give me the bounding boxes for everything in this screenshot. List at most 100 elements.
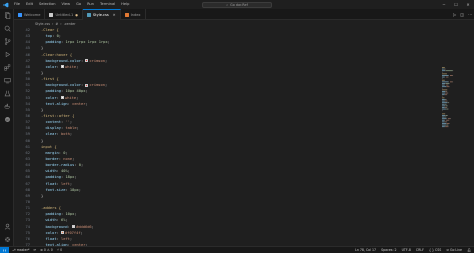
minimap-line [445,116,446,118]
encoding-status[interactable]: UTF-8 [402,248,411,252]
minimap-line [446,118,447,120]
vertical-scrollbar[interactable] [470,27,474,246]
code-token: table [65,126,77,131]
code-token: } [41,193,44,198]
docker-icon[interactable] [0,100,14,113]
minimap-line [449,123,450,124]
minimap-line [447,108,449,110]
breadcrumb-item[interactable]: .center [64,22,76,26]
tab-welcome[interactable]: Welcome [14,9,46,20]
remote-explorer-icon[interactable] [0,74,14,87]
problems-status[interactable]: ⊗ 0 ⚠ 0 [40,248,53,252]
tab-style-css[interactable]: Style.css ✕ [82,9,121,20]
tab-untitled-1[interactable]: Untitled-1 ● [45,9,83,20]
indentation-status[interactable]: Spaces: 2 [381,248,397,252]
code-editor[interactable]: 42 .Clear {43 top: 0; 44 padding: 1rpx 1rp… [14,27,434,246]
color-swatch[interactable] [85,59,89,63]
split-editor-icon[interactable]: ◫ [460,12,464,17]
minimap-line [445,126,448,128]
minimap-line [442,113,446,115]
menu-item-help[interactable]: Help [118,0,132,9]
menu-item-file[interactable]: File [11,0,23,9]
notifications-icon[interactable]: 🔔︎ [467,248,471,252]
code-token: } [41,46,44,51]
menu-item-edit[interactable]: Edit [23,0,36,9]
menu-item-go[interactable]: Go [73,0,84,9]
close-icon[interactable]: ✕ [462,0,474,9]
minimap-line [450,118,451,120]
menu-item-view[interactable]: View [59,0,74,9]
run-debug-icon[interactable] [0,48,14,61]
code-token: color [41,230,57,235]
minimap-line [442,68,444,70]
code-token: float [41,236,57,241]
color-swatch[interactable] [72,225,76,228]
ports-status[interactable]: ⚡ 0 [57,248,62,252]
editor-actions: ▷ ◫ ⋯ [453,9,472,20]
code-token: padding [41,175,61,180]
run-icon[interactable]: ▷ [453,12,456,17]
search-icon[interactable] [0,22,14,35]
minimap-line [445,100,447,102]
breadcrumb-separator-icon: › [52,21,54,26]
extensions-icon[interactable] [0,61,14,74]
code-token: white [65,95,77,100]
minimap-line [445,115,448,116]
close-tab-icon[interactable]: ✕ [113,13,116,17]
language-mode[interactable]: { } CSS [429,248,441,252]
minimap-line [442,87,443,89]
minimap-line [442,105,446,107]
eol-status[interactable]: CRLF [416,248,424,252]
color-swatch[interactable] [61,65,64,69]
source-control-icon[interactable] [0,35,14,48]
cursor-position[interactable]: Ln 78, Col 17 [355,248,376,252]
code-token: .first { [41,77,59,82]
minimap-line [447,92,449,94]
color-swatch[interactable] [85,83,89,87]
search-icon: ⌕ [226,2,229,7]
command-center-search[interactable]: ⌕ Go dar.Ref [202,1,272,8]
testing-icon[interactable] [0,87,14,100]
go-live-button[interactable]: ⊘ Go Live [446,248,462,252]
remote-indicator-icon[interactable] [0,246,9,253]
minimap-line [442,79,445,81]
code-token: .Clear:hover { [41,52,73,57]
minimap-line [445,94,447,96]
menu-item-terminal[interactable]: Terminal [97,0,118,9]
minimap-line [445,83,446,84]
code-token: ; [65,150,68,155]
branch-status[interactable]: ⎇ master* [12,248,30,252]
live-share-icon[interactable]: ⇄ [0,113,14,126]
color-swatch[interactable] [61,96,64,100]
minimap-line [442,123,447,124]
minimap-line [444,68,446,70]
minimap-line [443,68,445,70]
explorer-icon[interactable] [0,9,14,22]
minimap-line [442,73,447,75]
minimap-line [442,99,445,100]
minimap-line [445,68,446,70]
code-token: #f07f4f [65,230,81,235]
menu-item-selection[interactable]: Selection [36,0,59,9]
minimize-icon[interactable]: ─ [438,0,450,9]
account-icon[interactable] [0,220,14,233]
manage-gear-icon[interactable] [0,233,14,246]
code-token: ; [104,58,108,63]
code-token: } [41,138,44,143]
breadcrumb-item[interactable]: Style.css [35,22,50,26]
more-actions-icon[interactable]: ⋯ [468,12,472,17]
maximize-icon[interactable]: ☐ [450,0,462,9]
code-token: ; [69,132,73,137]
code-token: clear [41,132,57,137]
color-swatch[interactable] [61,231,64,235]
sync-icon[interactable]: ⟳ [34,248,37,252]
minimap[interactable] [434,27,470,246]
breadcrumb-item[interactable]: # [55,22,58,26]
file-type-icon [49,12,54,17]
modified-dot-icon[interactable]: ● [75,13,78,17]
tab-index[interactable]: Index [121,9,146,20]
minimap-line [442,91,446,92]
menu-item-run[interactable]: Run [84,0,97,9]
code-token: ; [76,126,79,131]
minimap-line [445,91,446,92]
